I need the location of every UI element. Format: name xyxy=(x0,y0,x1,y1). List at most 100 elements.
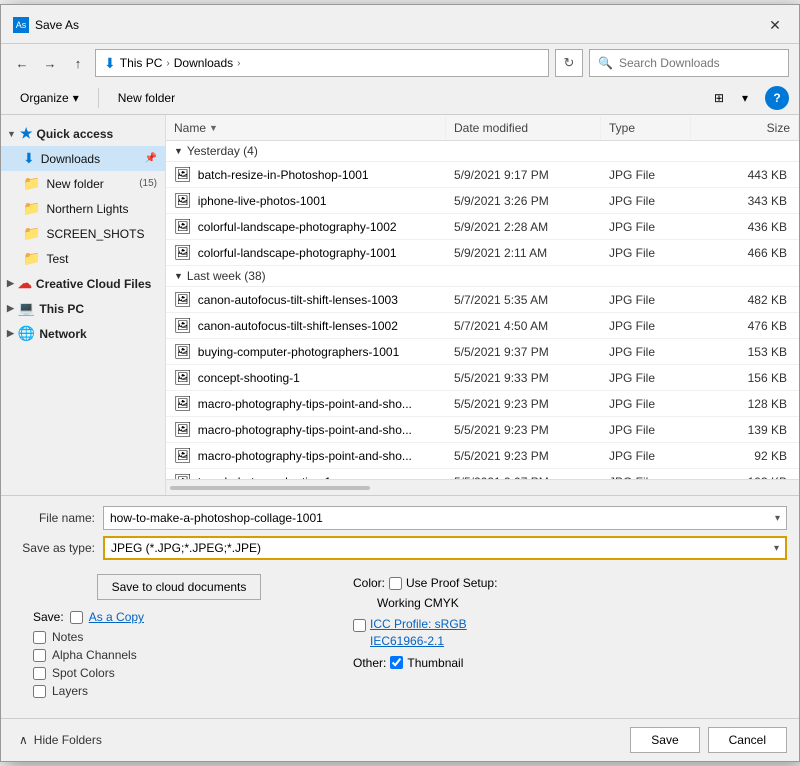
as-copy-checkbox[interactable] xyxy=(70,611,83,624)
group-label: Last week (38) xyxy=(187,269,266,283)
icc-profile-row: ICC Profile: sRGBIEC61966-2.1 xyxy=(353,616,787,650)
working-cmyk-label: Working CMYK xyxy=(377,596,459,610)
col-name[interactable]: Name ▼ xyxy=(166,117,446,139)
col-sort-icon: ▼ xyxy=(209,123,218,133)
sidebar-section-quick-access[interactable]: ▼ ★ Quick access xyxy=(1,121,165,146)
back-button[interactable]: ← xyxy=(11,52,33,74)
network-label: Network xyxy=(39,327,86,341)
file-icon: 🖼 xyxy=(174,218,192,235)
sidebar-section-network[interactable]: ▶ 🌐 Network xyxy=(1,321,165,346)
table-row[interactable]: 🖼 canon-autofocus-tilt-shift-lenses-1002… xyxy=(166,313,799,339)
icc-profile-link[interactable]: ICC Profile: sRGBIEC61966-2.1 xyxy=(370,616,467,650)
sidebar-item-screen-shots[interactable]: 📁 SCREEN_SHOTS xyxy=(1,221,165,246)
spot-colors-label[interactable]: Spot Colors xyxy=(52,666,115,680)
view-toggle-button[interactable]: ⊞ xyxy=(707,86,731,110)
as-copy-label[interactable]: As a Copy xyxy=(89,610,144,624)
sidebar-item-test[interactable]: 📁 Test xyxy=(1,246,165,271)
file-name-cell: 🖼 canon-autofocus-tilt-shift-lenses-1003 xyxy=(166,289,446,310)
new-folder-label: New folder xyxy=(118,91,175,105)
layers-label[interactable]: Layers xyxy=(52,684,88,698)
alpha-channels-checkbox[interactable] xyxy=(33,649,46,662)
breadcrumb-path[interactable]: ⬇ This PC › Downloads › xyxy=(95,49,549,77)
column-headers: Name ▼ Date modified Type Size xyxy=(166,115,799,141)
filename-input[interactable]: how-to-make-a-photoshop-collage-1001 ▾ xyxy=(103,506,787,530)
hide-folders-button[interactable]: ∧ Hide Folders xyxy=(13,729,108,751)
search-box[interactable]: 🔍 xyxy=(589,49,789,77)
table-row[interactable]: 🖼 iphone-live-photos-1001 5/9/2021 3:26 … xyxy=(166,188,799,214)
sidebar-item-downloads[interactable]: ⬇ Downloads 📌 xyxy=(1,146,165,171)
table-row[interactable]: 🖼 macro-photography-tips-point-and-sho..… xyxy=(166,417,799,443)
layers-checkbox[interactable] xyxy=(33,685,46,698)
notes-row: Notes xyxy=(25,630,333,644)
notes-checkbox[interactable] xyxy=(33,631,46,644)
alpha-channels-label[interactable]: Alpha Channels xyxy=(52,648,137,662)
color-section: Color: Use Proof Setup: xyxy=(353,576,787,590)
col-type[interactable]: Type xyxy=(601,117,691,139)
help-button[interactable]: ? xyxy=(765,86,789,110)
file-size-cell: 482 KB xyxy=(691,291,799,309)
options-area: Save to cloud documents Save: As a Copy … xyxy=(13,566,787,708)
sidebar-section-creative-cloud[interactable]: ▶ ☁ Creative Cloud Files xyxy=(1,271,165,296)
new-folder-button[interactable]: New folder xyxy=(109,87,184,109)
file-name-cell: 🖼 buying-computer-photographers-1001 xyxy=(166,341,446,362)
thumbnail-label[interactable]: Thumbnail xyxy=(407,656,463,670)
file-name-text: concept-shooting-1 xyxy=(198,371,300,385)
organize-button[interactable]: Organize ▾ xyxy=(11,87,88,109)
table-row[interactable]: 🖼 colorful-landscape-photography-1001 5/… xyxy=(166,240,799,266)
thumbnail-checkbox[interactable] xyxy=(390,656,403,669)
options-left: Save to cloud documents Save: As a Copy … xyxy=(13,574,333,702)
sidebar-section-this-pc[interactable]: ▶ 💻 This PC xyxy=(1,296,165,321)
search-input[interactable] xyxy=(619,56,780,70)
path-downloads[interactable]: Downloads xyxy=(174,56,233,70)
file-icon: 🖼 xyxy=(174,447,192,464)
main-content: ▼ ★ Quick access ⬇ Downloads 📌 📁 New fol… xyxy=(1,115,799,495)
proof-setup-label[interactable]: Use Proof Setup: xyxy=(406,576,497,590)
view-dropdown-button[interactable]: ▾ xyxy=(733,86,757,110)
table-row[interactable]: 🖼 macro-photography-tips-point-and-sho..… xyxy=(166,391,799,417)
table-row[interactable]: 🖼 concept-shooting-1 5/5/2021 9:33 PM JP… xyxy=(166,365,799,391)
up-button[interactable]: ↑ xyxy=(67,52,89,74)
h-scroll-thumb[interactable] xyxy=(170,486,370,490)
file-icon: 🖼 xyxy=(174,192,192,209)
savetype-input[interactable]: JPEG (*.JPG;*.JPEG;*.JPE) ▾ xyxy=(103,536,787,560)
chevron-down-icon: ∧ xyxy=(19,733,28,747)
save-cloud-button[interactable]: Save to cloud documents xyxy=(97,574,262,600)
save-section: Save: As a Copy xyxy=(25,610,333,624)
col-size[interactable]: Size xyxy=(691,117,799,139)
table-row[interactable]: 🖼 canon-autofocus-tilt-shift-lenses-1003… xyxy=(166,287,799,313)
table-row[interactable]: 🖼 batch-resize-in-Photoshop-1001 5/9/202… xyxy=(166,162,799,188)
table-row[interactable]: 🖼 buying-computer-photographers-1001 5/5… xyxy=(166,339,799,365)
file-icon: 🖼 xyxy=(174,421,192,438)
file-name-text: colorful-landscape-photography-1002 xyxy=(198,220,397,234)
toolbar-separator xyxy=(98,88,99,108)
file-type-cell: JPG File xyxy=(601,395,691,413)
forward-button[interactable]: → xyxy=(39,52,61,74)
savetype-dropdown-arrow: ▾ xyxy=(774,543,779,554)
group-header-yesterday[interactable]: ▼ Yesterday (4) xyxy=(166,141,799,162)
close-button[interactable]: ✕ xyxy=(763,13,787,37)
refresh-button[interactable]: ↻ xyxy=(555,49,583,77)
save-button[interactable]: Save xyxy=(630,727,699,753)
file-name-cell: 🖼 colorful-landscape-photography-1002 xyxy=(166,216,446,237)
file-size-cell: 466 KB xyxy=(691,244,799,262)
sidebar-item-new-folder[interactable]: 📁 New folder (15) xyxy=(1,171,165,196)
cc-label: Creative Cloud Files xyxy=(36,277,151,291)
table-row[interactable]: 🖼 travel-photography-tips-1 5/5/2021 9:0… xyxy=(166,469,799,479)
file-icon: 🖼 xyxy=(174,395,192,412)
table-row[interactable]: 🖼 colorful-landscape-photography-1002 5/… xyxy=(166,214,799,240)
file-type-cell: JPG File xyxy=(601,343,691,361)
file-name-cell: 🖼 canon-autofocus-tilt-shift-lenses-1002 xyxy=(166,315,446,336)
icc-profile-checkbox[interactable] xyxy=(353,619,366,632)
path-this-pc[interactable]: This PC xyxy=(120,56,163,70)
cancel-button[interactable]: Cancel xyxy=(708,727,787,753)
notes-label[interactable]: Notes xyxy=(52,630,83,644)
file-size-cell: 436 KB xyxy=(691,218,799,236)
group-header-last-week[interactable]: ▼ Last week (38) xyxy=(166,266,799,287)
proof-setup-checkbox[interactable] xyxy=(389,577,402,590)
horizontal-scrollbar[interactable] xyxy=(166,479,799,495)
table-row[interactable]: 🖼 macro-photography-tips-point-and-sho..… xyxy=(166,443,799,469)
sidebar-item-northern-lights[interactable]: 📁 Northern Lights xyxy=(1,196,165,221)
spot-colors-checkbox[interactable] xyxy=(33,667,46,680)
col-date[interactable]: Date modified xyxy=(446,117,601,139)
pc-label: This PC xyxy=(39,302,84,316)
